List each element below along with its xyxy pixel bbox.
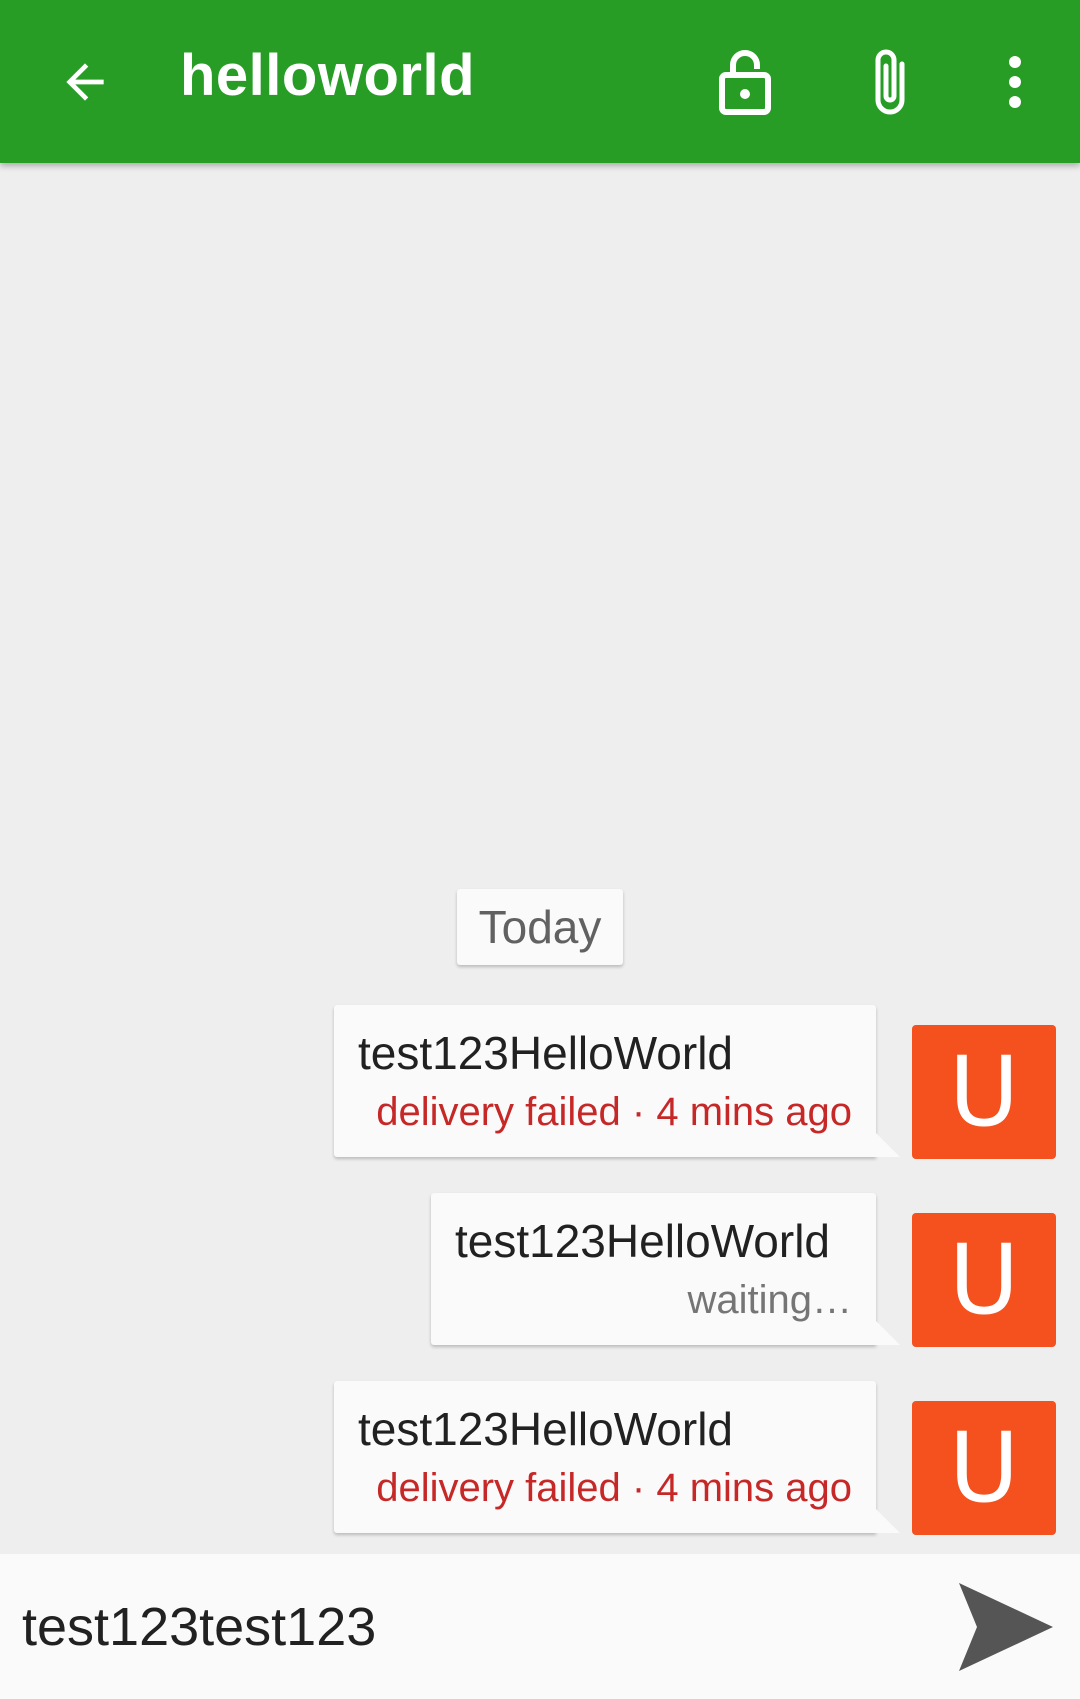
app-toolbar: helloworld [0, 0, 1080, 163]
message-status: delivery failed · 4 mins ago [376, 1090, 852, 1134]
message-bubble[interactable]: test123HelloWorld delivery failed · 4 mi… [334, 1005, 900, 1157]
back-button[interactable] [40, 0, 130, 163]
avatar[interactable]: U [912, 1025, 1056, 1159]
encryption-button[interactable] [700, 0, 790, 163]
chat-screen: helloworld Today test123HelloWorld deliv… [0, 0, 1080, 1699]
message-text: test123HelloWorld [358, 1403, 734, 1455]
message-status: waiting… [687, 1278, 852, 1322]
conversation-title: helloworld [180, 43, 475, 108]
send-button[interactable] [950, 1574, 1060, 1679]
send-icon [959, 1582, 1053, 1671]
more-vert-icon [1009, 55, 1021, 108]
arrow-back-icon [66, 62, 104, 101]
date-divider: Today [457, 889, 623, 965]
message-input[interactable] [22, 1582, 922, 1672]
paperclip-icon [875, 49, 905, 114]
attach-button[interactable] [845, 0, 935, 163]
message-bubble[interactable]: test123HelloWorld waiting… [431, 1193, 900, 1345]
lock-open-icon [719, 49, 771, 115]
overflow-menu-button[interactable] [985, 0, 1045, 163]
message-status: delivery failed · 4 mins ago [376, 1466, 852, 1510]
message-text: test123HelloWorld [358, 1027, 734, 1079]
message-text: test123HelloWorld [455, 1215, 831, 1267]
avatar[interactable]: U [912, 1213, 1056, 1347]
message-bubble[interactable]: test123HelloWorld delivery failed · 4 mi… [334, 1381, 900, 1533]
message-composer [0, 1554, 1080, 1699]
avatar[interactable]: U [912, 1401, 1056, 1535]
